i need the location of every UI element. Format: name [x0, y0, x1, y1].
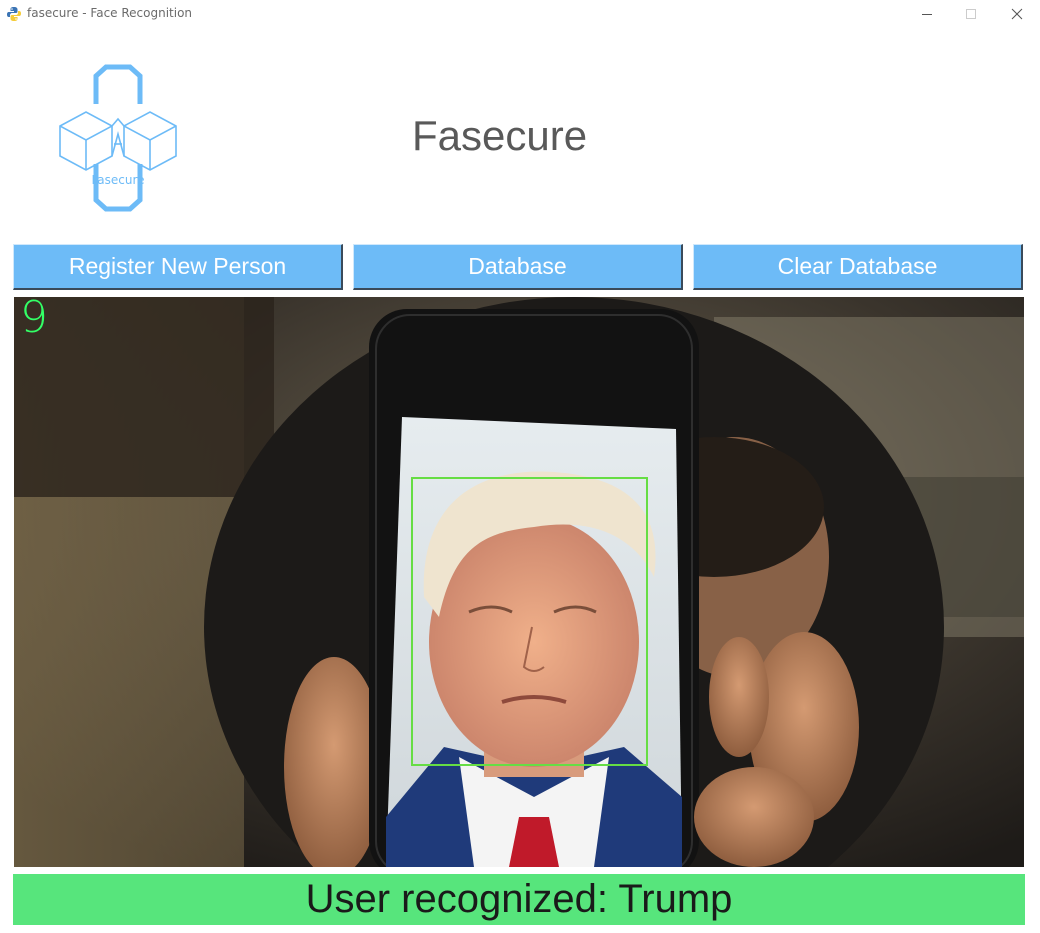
minimize-icon — [922, 14, 932, 15]
app-heading: Fasecure — [412, 112, 588, 159]
register-new-person-button[interactable]: Register New Person — [13, 244, 343, 290]
frame-counter: 9 — [20, 292, 48, 343]
database-button[interactable]: Database — [353, 244, 683, 290]
maximize-icon — [966, 9, 976, 19]
close-icon — [1011, 8, 1023, 20]
camera-frame-image — [14, 297, 1024, 867]
logo-text: Fasecure — [91, 173, 144, 187]
close-button[interactable] — [994, 0, 1040, 28]
maximize-button[interactable] — [948, 0, 994, 28]
clear-database-button[interactable]: Clear Database — [693, 244, 1023, 290]
camera-feed — [14, 297, 1024, 867]
minimize-button[interactable] — [904, 0, 950, 28]
recognition-status: User recognized: Trump — [13, 874, 1025, 925]
fasecure-logo: Fasecure — [59, 64, 177, 212]
python-icon — [7, 7, 21, 21]
title-bar[interactable]: fasecure - Face Recognition — [0, 0, 1040, 28]
window-title: fasecure - Face Recognition — [27, 6, 193, 20]
app-window: fasecure - Face Recognition Fasecure Fas… — [0, 0, 1040, 933]
